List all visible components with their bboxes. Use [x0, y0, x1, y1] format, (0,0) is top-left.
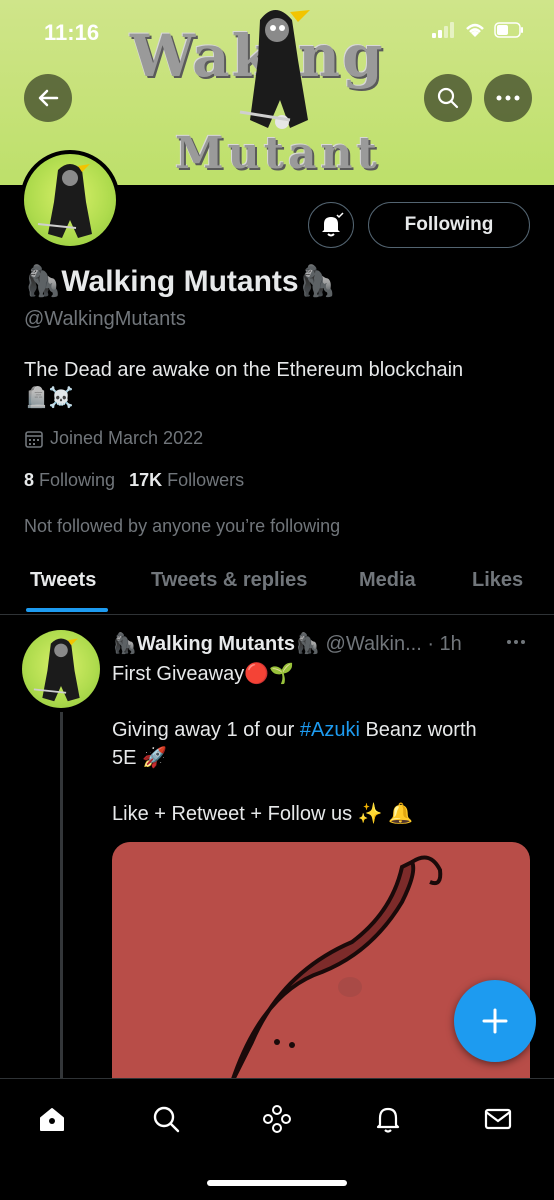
tweet-line-4: Like + Retweet + Follow us ✨ 🔔: [112, 803, 414, 825]
active-tab-indicator: [26, 608, 108, 612]
not-followed-note: Not followed by anyone you’re following: [24, 516, 341, 536]
wifi-icon: [466, 23, 484, 37]
profile-bio: The Dead are awake on the Ethereum block…: [24, 356, 534, 412]
tweet-author-handle[interactable]: @Walkin...: [326, 633, 422, 655]
search-icon: [153, 1106, 180, 1133]
profile-tabs: Tweets Tweets & replies Media Likes: [0, 555, 554, 615]
tweet-avatar[interactable]: [22, 630, 100, 708]
home-icon: [40, 1108, 64, 1131]
bio-line-2: 🪦☠️: [24, 387, 74, 409]
following-count-link[interactable]: 8 Following: [24, 470, 115, 491]
back-button[interactable]: [24, 74, 72, 122]
followers-count: 17K: [129, 470, 163, 490]
back-arrow-icon: [38, 89, 59, 107]
signal-icon: [432, 22, 454, 38]
followers-label: Followers: [167, 470, 245, 490]
tweet-line-3: 5E 🚀: [112, 747, 167, 769]
nav-notifications[interactable]: [368, 1099, 408, 1139]
bio-line-1: The Dead are awake on the Ethereum block…: [24, 359, 464, 381]
tab-likes[interactable]: Likes: [472, 569, 523, 592]
battery-icon: [494, 22, 523, 38]
status-time: 11:16: [44, 20, 100, 45]
tweet-text: First Giveaway🔴🌱 Giving away 1 of our #A…: [112, 660, 532, 828]
notifications-toggle-button[interactable]: [308, 202, 354, 248]
more-icon: [507, 640, 525, 644]
bell-icon: [322, 212, 344, 237]
calendar-icon: [25, 430, 43, 448]
tab-tweets-replies[interactable]: Tweets & replies: [151, 569, 307, 592]
status-bar: 11:16: [0, 18, 554, 48]
following-count: 8: [24, 470, 35, 490]
tweet-line-2: Giving away 1 of our #Azuki Beanz worth: [112, 719, 477, 741]
nav-home[interactable]: [32, 1099, 72, 1139]
tweet-more-button[interactable]: [506, 628, 526, 651]
hashtag-link[interactable]: #Azuki: [300, 719, 360, 741]
profile-joined: Joined March 2022: [24, 428, 203, 449]
thread-line: [60, 712, 63, 1078]
nav-spaces[interactable]: [257, 1099, 297, 1139]
avatar-figure: [37, 164, 92, 238]
nav-explore[interactable]: [146, 1099, 186, 1139]
tweet-time: · 1h: [427, 633, 462, 655]
status-icons: [432, 22, 524, 38]
joined-text: Joined March 2022: [50, 428, 204, 448]
tweet-header: 🦍Walking Mutants🦍 @Walkin... · 1h: [112, 631, 462, 656]
followers-count-link[interactable]: 17K Followers: [129, 470, 244, 491]
profile-handle: @WalkingMutants: [24, 308, 186, 330]
more-options-button[interactable]: [484, 74, 532, 122]
search-button[interactable]: [424, 74, 472, 122]
tab-tweets[interactable]: Tweets: [30, 569, 96, 592]
tab-media[interactable]: Media: [359, 569, 416, 592]
following-button[interactable]: Following: [368, 202, 530, 248]
follow-counts: 8 Following 17K Followers: [24, 470, 244, 491]
profile-name: 🦍Walking Mutants🦍: [24, 265, 336, 298]
plus-icon: [482, 1008, 508, 1034]
tweet-line-1: First Giveaway🔴🌱: [112, 663, 295, 685]
spaces-icon: [263, 1105, 291, 1133]
bell-icon: [376, 1107, 400, 1133]
more-icon: [496, 95, 520, 101]
nav-messages[interactable]: [478, 1099, 518, 1139]
profile-avatar[interactable]: [20, 150, 120, 250]
following-label: Following: [39, 470, 116, 490]
avatar-figure: [33, 638, 80, 702]
home-indicator: [207, 1180, 347, 1186]
search-icon: [437, 87, 459, 109]
compose-tweet-button[interactable]: [454, 980, 536, 1062]
tweet-author-name[interactable]: 🦍Walking Mutants🦍: [112, 633, 320, 655]
mail-icon: [484, 1108, 512, 1130]
